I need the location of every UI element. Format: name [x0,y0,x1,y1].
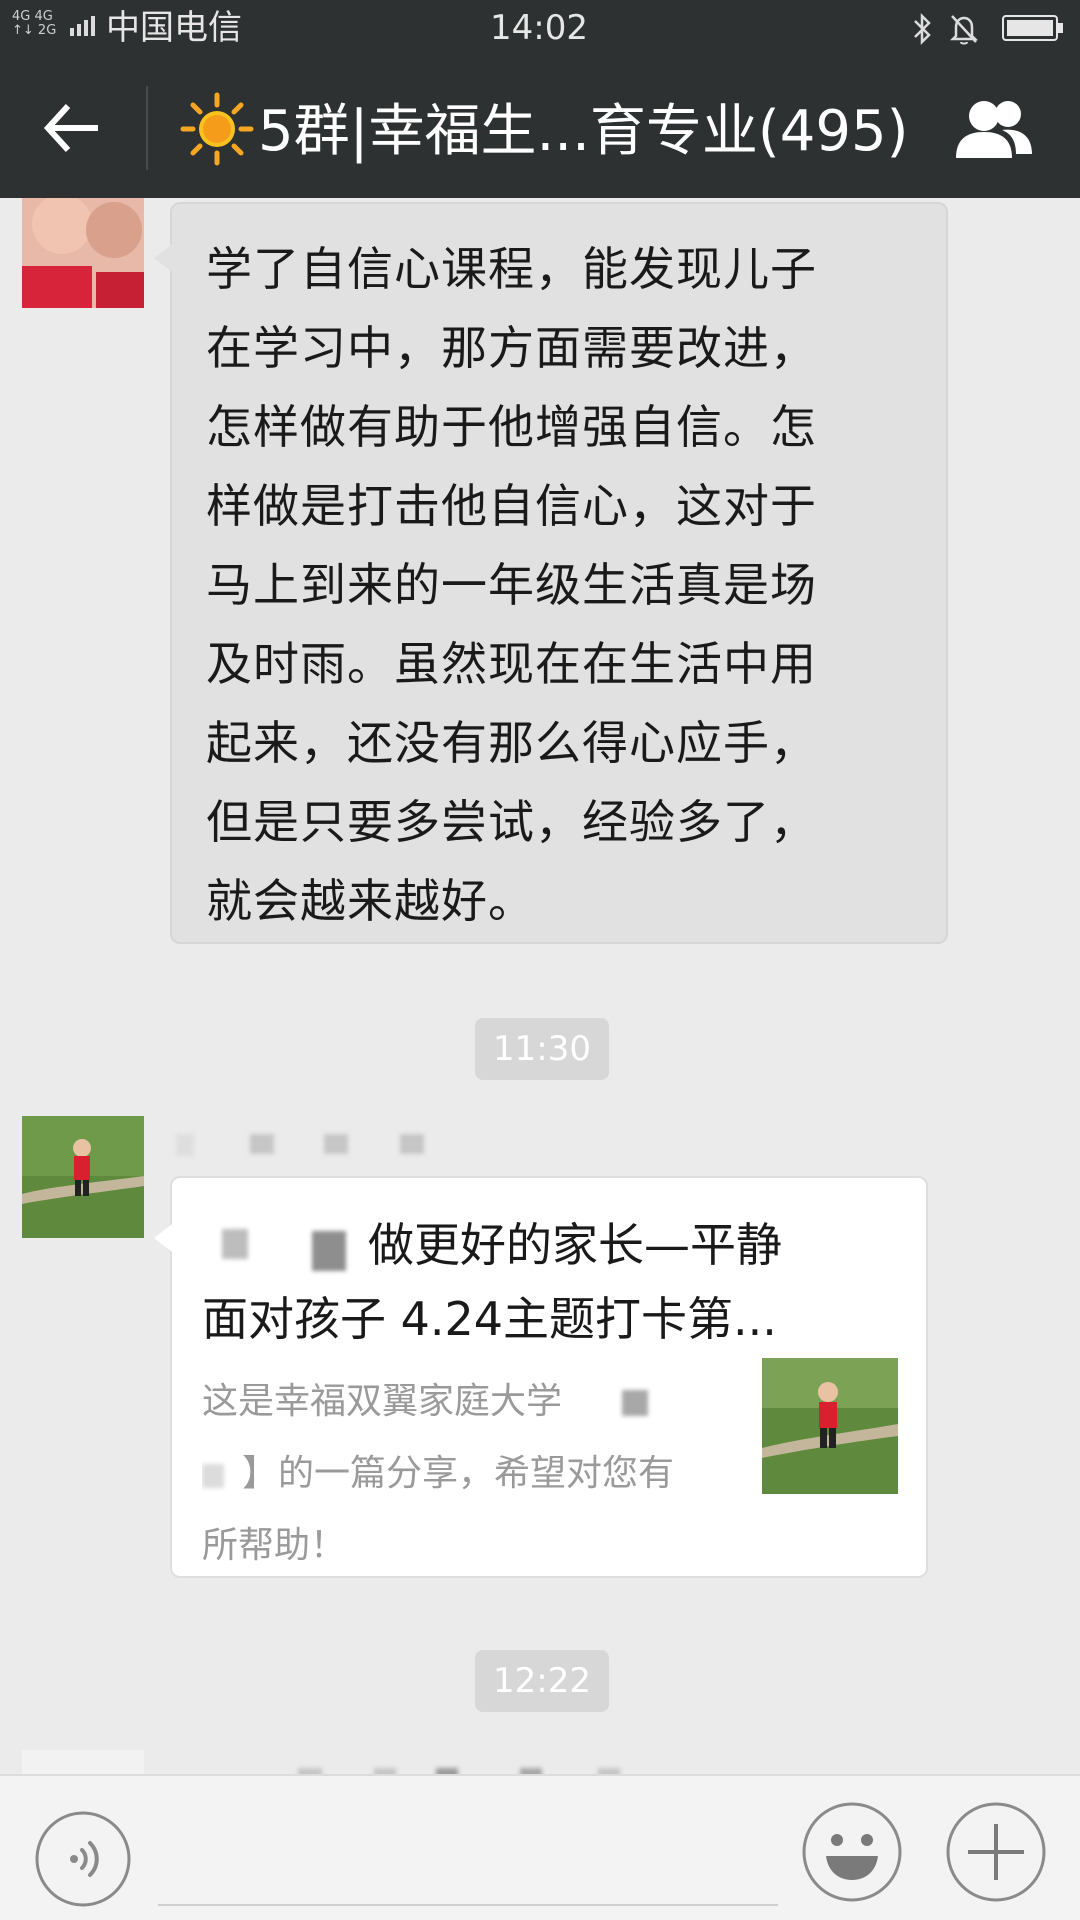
avatar[interactable] [22,1750,144,1774]
clock: 14:02 [490,8,588,48]
link-title: 做更好的家长—平静 面对孩子 4.24主题打卡第... [202,1208,902,1356]
message-bubble[interactable]: 学了自信心课程，能发现儿子 在学习中，那方面需要改进， 怎样做有助于他增强自信。… [154,202,948,944]
timestamp-chip: 11:30 [475,1018,609,1080]
voice-icon[interactable] [34,1810,132,1908]
message-line: 及时雨。虽然现在在生活中用 [206,637,817,691]
message-text: 学了自信心课程，能发现儿子 在学习中，那方面需要改进， 怎样做有助于他增强自信。… [206,230,926,941]
link-card[interactable]: 做更好的家长—平静 面对孩子 4.24主题打卡第... 这是幸福双翼家庭大学 】… [154,1176,928,1578]
avatar[interactable] [22,198,144,308]
message-line: 在学习中，那方面需要改进， [206,321,817,375]
link-thumbnail [762,1358,898,1494]
sender-name-blurred [170,1754,630,1774]
network-type-top: 4G 4G [12,9,53,24]
link-desc-line-3: 所帮助！ [202,1525,347,1566]
message-line: 就会越来越好。 [206,874,535,928]
link-desc-line-2: 】的一篇分享，希望对您有 [242,1453,675,1494]
message-input-bar [0,1774,1080,1920]
message-line: 怎样做有助于他增强自信。怎 [206,400,817,454]
signal-indicator: 4G 4G ↑↓ 2G [12,9,95,38]
plus-icon[interactable] [944,1800,1048,1904]
message-line: 样做是打击他自信心，这对于 [206,479,817,533]
chat-header: 5群|幸福生...育专业(495) [0,56,1080,198]
emoji-icon[interactable] [800,1800,904,1904]
bluetooth-icon [914,12,931,46]
blurred-fragment [562,1388,672,1418]
arrow-left-icon[interactable] [36,96,112,160]
blurred-fragment [202,1460,242,1490]
header-divider [146,86,148,170]
avatar[interactable] [22,1116,144,1238]
chat-title: 5群|幸福生...育专业(495) [258,99,909,164]
link-title-line-2: 面对孩子 4.24主题打卡第... [202,1292,777,1346]
network-type-bottom: ↑↓ 2G [12,23,57,38]
group-members-icon[interactable] [952,94,1036,164]
message-line: 起来，还没有那么得心应手， [206,716,817,770]
blurred-prefix [202,1227,368,1271]
timestamp-chip: 12:22 [475,1650,609,1712]
bell-muted-icon [949,15,979,45]
message-input[interactable] [158,1816,778,1906]
status-bar: 4G 4G ↑↓ 2G 中国电信 14:02 [0,0,1080,56]
chat-messages[interactable]: 学了自信心课程，能发现儿子 在学习中，那方面需要改进， 怎样做有助于他增强自信。… [0,198,1080,1774]
message-line: 但是只要多尝试，经验多了， [206,795,817,849]
link-description: 这是幸福双翼家庭大学 】的一篇分享，希望对您有 所帮助！ [202,1366,742,1582]
message-line: 学了自信心课程，能发现儿子 [206,242,817,296]
message-line: 马上到来的一年级生活真是场 [206,558,817,612]
signal-bars-icon [70,16,95,36]
sender-name-blurred [176,1120,476,1164]
link-desc-line-1: 这是幸福双翼家庭大学 [202,1381,563,1422]
battery-icon [1002,15,1063,41]
carrier-name: 中国电信 [106,8,242,48]
link-title-line-1: 做更好的家长—平静 [368,1218,782,1272]
sun-icon [180,92,254,166]
